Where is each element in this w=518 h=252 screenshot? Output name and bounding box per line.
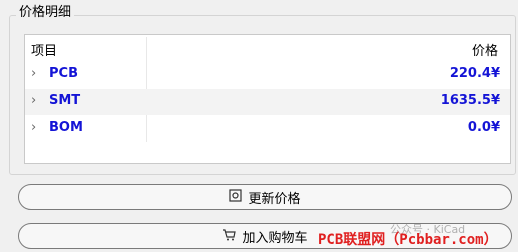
chevron-right-icon[interactable]: › — [31, 91, 43, 111]
group-title: 价格明细 — [16, 5, 75, 21]
row-name: BOM — [49, 120, 83, 135]
row-price: 1635.5¥ — [440, 93, 500, 108]
shopping-cart-icon — [222, 228, 237, 245]
row-name: PCB — [49, 66, 78, 81]
refresh-price-button[interactable]: 更新价格 — [18, 184, 512, 210]
tree-row-bom[interactable]: › BOM 0.0¥ — [25, 116, 510, 142]
watermark-text: PCB联盟网（Pcbbar.com） — [318, 232, 498, 248]
row-price: 0.0¥ — [467, 120, 500, 135]
tree-header: 项目 价格 — [25, 35, 510, 142]
tree-row-pcb[interactable]: › PCB 220.4¥ — [25, 62, 510, 88]
column-header-price[interactable]: 价格 — [472, 40, 498, 59]
row-price: 220.4¥ — [449, 66, 500, 81]
price-tree[interactable]: 项目 价格 › PCB 220.4¥ › SMT 1635.5¥ › BOM 0… — [24, 34, 511, 164]
tree-row-smt[interactable]: › SMT 1635.5¥ — [25, 89, 510, 115]
chevron-right-icon[interactable]: › — [31, 64, 43, 84]
row-name: SMT — [49, 93, 81, 108]
refresh-price-label: 更新价格 — [248, 191, 301, 207]
column-header-item[interactable]: 项目 — [31, 40, 57, 59]
chevron-right-icon[interactable]: › — [31, 118, 43, 138]
refresh-price-icon — [229, 188, 243, 206]
add-to-cart-label: 加入购物车 — [242, 230, 308, 246]
